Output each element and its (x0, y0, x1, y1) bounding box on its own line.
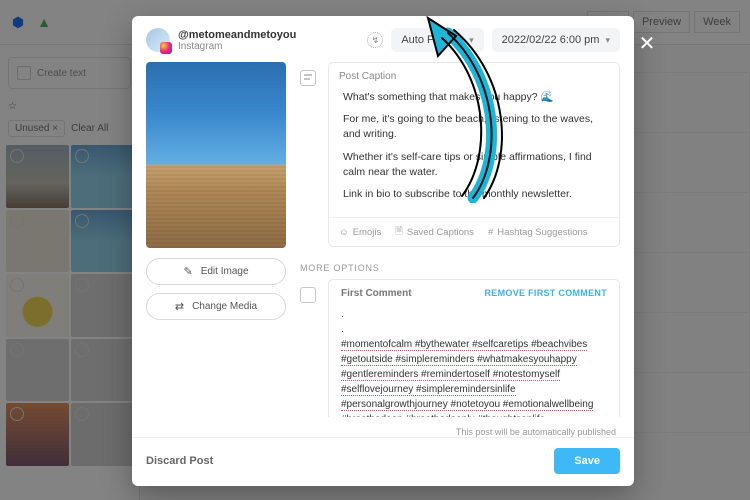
smile-icon: ☺ (339, 227, 349, 238)
first-comment-label: First Comment (341, 288, 412, 299)
close-icon[interactable]: ✕ (634, 30, 660, 56)
publish-mode-label: Auto Publish (401, 34, 463, 46)
emojis-button[interactable]: ☺Emojis (339, 224, 381, 240)
caption-textarea[interactable]: What's something that makes you happy? 🌊… (329, 86, 619, 217)
discard-post-button[interactable]: Discard Post (146, 455, 213, 467)
remove-first-comment-button[interactable]: REMOVE FIRST COMMENT (485, 288, 608, 299)
caption-line: What's something that makes you happy? 🌊 (343, 90, 605, 105)
post-editor-modal: ✕ @metomeandmetoyou Instagram ↯ Auto Pub… (132, 16, 634, 486)
caption-line: Link in bio to subscribe to the monthly … (343, 187, 605, 202)
account-selector[interactable]: @metomeandmetoyou Instagram (146, 28, 296, 52)
hashtags: #momentofcalm #bythewater #selfcaretips … (341, 339, 593, 417)
hash-icon: # (488, 227, 493, 238)
change-media-label: Change Media (192, 301, 257, 312)
caption-line: Whether it's self-care tips or simple af… (343, 150, 605, 180)
edit-image-button[interactable]: ✎ Edit Image (146, 258, 286, 285)
post-image-preview (146, 62, 286, 248)
caption-line: For me, it's going to the beach, listeni… (343, 112, 605, 142)
save-button[interactable]: Save (554, 448, 620, 474)
auto-publish-notice: This post will be automatically publishe… (132, 423, 634, 437)
account-handle: @metomeandmetoyou (178, 29, 296, 41)
chevron-down-icon: ▾ (469, 35, 474, 46)
pencil-icon: ✎ (183, 265, 192, 278)
comment-line: . (341, 322, 607, 337)
edit-image-label: Edit Image (201, 266, 249, 277)
avatar (146, 28, 170, 52)
hashtag-suggestions-button[interactable]: #Hashtag Suggestions (488, 224, 588, 240)
comment-line: . (341, 307, 607, 322)
caption-icon (300, 70, 316, 86)
bookmark-icon: 🗎 (395, 224, 403, 240)
saved-captions-button[interactable]: 🗎Saved Captions (395, 224, 474, 240)
change-media-button[interactable]: ⇄ Change Media (146, 293, 286, 320)
first-comment-textarea[interactable]: . . #momentofcalm #bythewater #selfcaret… (329, 303, 619, 417)
comment-icon (300, 287, 316, 303)
caption-label: Post Caption (339, 71, 396, 82)
publish-mode-dropdown[interactable]: Auto Publish ▾ (391, 28, 483, 52)
swap-icon: ⇄ (175, 300, 184, 313)
auto-publish-icon: ↯ (367, 32, 383, 48)
datetime-dropdown[interactable]: 2022/02/22 6:00 pm ▾ (492, 28, 620, 52)
account-platform: Instagram (178, 41, 296, 52)
more-options-label: MORE OPTIONS (300, 263, 620, 273)
chevron-down-icon: ▾ (605, 35, 610, 46)
datetime-label: 2022/02/22 6:00 pm (502, 34, 600, 46)
